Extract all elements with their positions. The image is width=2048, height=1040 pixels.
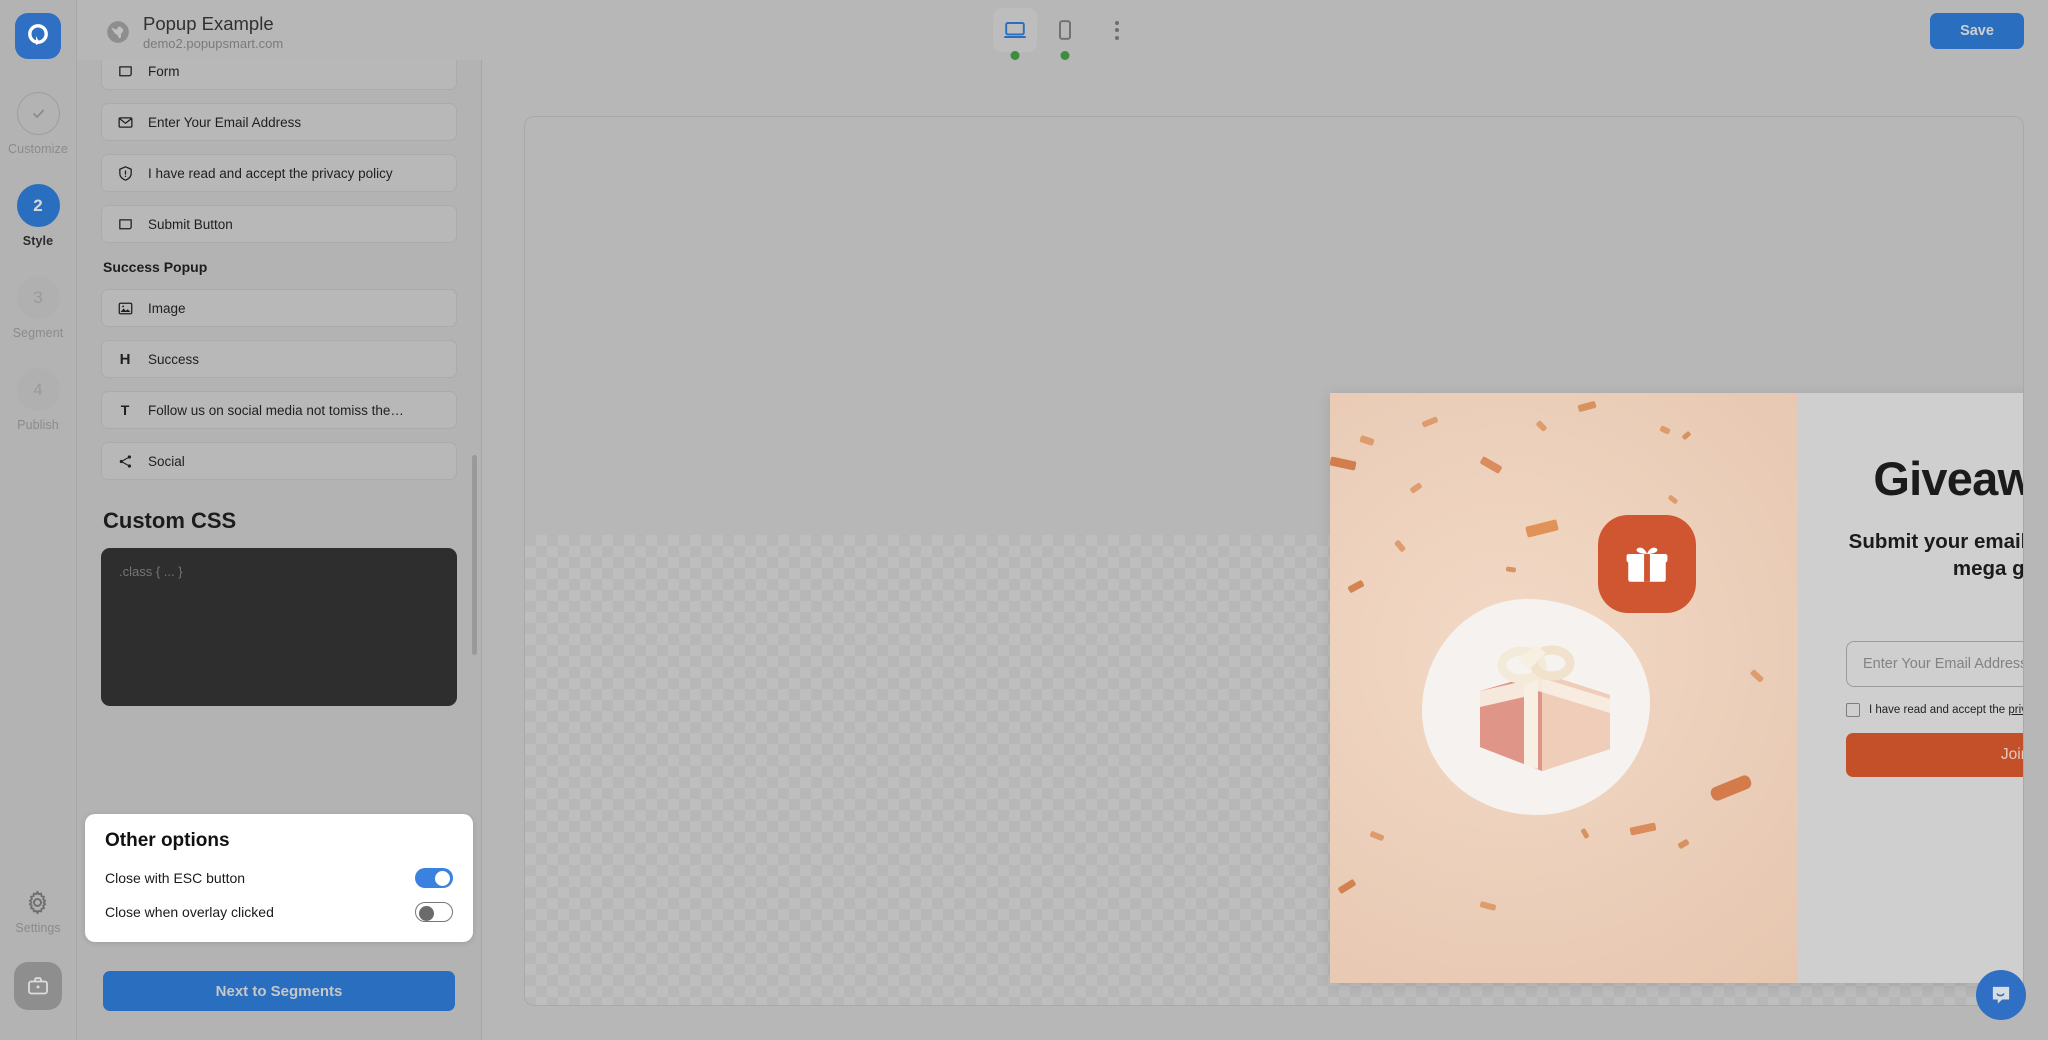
consent-text: I have read and accept the <box>1869 703 2009 716</box>
element-row-image[interactable]: Image <box>101 289 457 327</box>
chat-widget-button[interactable] <box>1976 970 2026 1020</box>
popup-subheading: Submit your email address to join the me… <box>1848 530 2024 581</box>
element-label: Enter Your Email Address <box>148 114 302 130</box>
globe-icon <box>107 20 129 43</box>
element-label: Submit Button <box>148 216 233 232</box>
popup-preview: Giveaway time Submit your email address … <box>1330 393 2024 983</box>
custom-css-title: Custom CSS <box>103 508 237 533</box>
kebab-dot <box>1114 28 1119 32</box>
kebab-dot <box>1114 35 1119 40</box>
element-row-email[interactable]: Enter Your Email Address <box>101 103 457 141</box>
email-field-wrapper: ✻ <box>1846 640 2023 687</box>
element-row-privacy[interactable]: I have read and accept the privacy polic… <box>101 154 457 192</box>
close-when-overlay-clicked-toggle[interactable] <box>415 902 453 922</box>
option-row-close-overlay: Close when overlay clicked <box>105 902 453 922</box>
element-row-submit[interactable]: Submit Button <box>101 205 457 243</box>
step-customize-label: Customize <box>8 142 68 156</box>
consent-label: I have read and accept the privacy polic… <box>1869 703 2023 716</box>
consent-row: I have read and accept the privacy polic… <box>1846 702 2023 717</box>
text-icon: T <box>120 402 130 418</box>
popup-heading: Giveaway time <box>1873 452 2023 505</box>
site-info: Popup Example demo2.popupsmart.com <box>105 12 283 51</box>
save-button[interactable]: Save <box>1930 13 2024 49</box>
other-options-card: Other options Close with ESC button Clos… <box>85 814 473 942</box>
popupsmart-logo-icon <box>28 24 48 45</box>
popup-image-panel[interactable] <box>1330 393 1798 983</box>
step-segment-label: Segment <box>12 326 64 340</box>
desktop-icon <box>1003 22 1026 38</box>
gear-icon <box>29 890 47 915</box>
other-options-title: Other options <box>105 830 230 851</box>
step-style[interactable]: 2 Style <box>0 184 76 248</box>
step-segment[interactable]: 3 Segment <box>0 276 76 340</box>
site-url: demo2.popupsmart.com <box>143 36 284 52</box>
left-rail: Customize 2 Style 3 Segment 4 Publish Se… <box>0 0 77 1040</box>
panel-scrollbar[interactable] <box>472 455 477 655</box>
shield-icon <box>116 164 134 182</box>
desktop-status-dot <box>1010 51 1019 60</box>
share-icon <box>116 452 134 470</box>
chat-bubble-icon <box>1992 986 2010 1004</box>
element-label: Success <box>148 351 200 367</box>
form-icon <box>116 62 134 80</box>
step-customize-badge <box>16 92 60 135</box>
option-label: Close when overlay clicked <box>105 904 274 920</box>
join-now-button[interactable]: Join now <box>1846 732 2023 777</box>
app-logo[interactable] <box>15 13 61 59</box>
briefcase-icon <box>28 977 48 995</box>
kebab-dot <box>1114 20 1119 25</box>
element-row-success-text[interactable]: T Follow us on social media not tomiss t… <box>101 391 457 429</box>
image-icon <box>116 299 134 317</box>
privacy-policy-link[interactable]: privacy policy <box>2008 704 2023 716</box>
device-mobile-button[interactable] <box>1043 8 1087 60</box>
app-root: Customize 2 Style 3 Segment 4 Publish Se… <box>0 0 2048 1040</box>
page-title: Popup Example <box>143 13 274 34</box>
element-row-form[interactable]: Form <box>101 60 457 90</box>
element-label: I have read and accept the privacy polic… <box>148 165 393 181</box>
step-segment-badge: 3 <box>16 276 60 319</box>
privacy-checkbox[interactable] <box>1846 702 1860 717</box>
more-options-button[interactable] <box>1101 8 1133 52</box>
preview-canvas: Giveaway time Submit your email address … <box>524 116 2024 1006</box>
gift-box-illustration <box>1480 645 1610 771</box>
custom-css-input[interactable] <box>101 548 457 706</box>
element-label: Image <box>148 300 186 316</box>
step-style-label: Style <box>22 234 54 248</box>
toggle-knob <box>435 870 450 886</box>
sidebar-item-settings[interactable]: Settings <box>15 889 61 935</box>
step-nav: Customize 2 Style 3 Segment 4 Publish <box>0 92 76 460</box>
check-icon <box>32 109 44 118</box>
element-row-social[interactable]: Social <box>101 442 457 480</box>
step-style-badge: 2 <box>16 184 60 227</box>
success-popup-section-title: Success Popup <box>103 259 208 275</box>
mobile-status-dot <box>1060 51 1069 60</box>
button-icon <box>116 215 134 233</box>
email-input[interactable] <box>1846 640 2023 687</box>
briefcase-button[interactable] <box>14 962 62 1010</box>
gift-badge <box>1598 515 1696 613</box>
element-label: Form <box>148 63 180 79</box>
option-label: Close with ESC button <box>105 870 246 886</box>
element-label: Follow us on social media not tomiss the… <box>148 402 404 418</box>
step-publish-badge: 4 <box>16 368 60 411</box>
step-publish-label: Publish <box>17 418 59 432</box>
next-to-segments-button[interactable]: Next to Segments <box>103 971 455 1011</box>
gift-icon <box>1626 547 1668 582</box>
device-preview-toggle <box>992 8 1133 60</box>
step-publish[interactable]: 4 Publish <box>0 368 76 432</box>
settings-label: Settings <box>15 921 61 935</box>
close-with-esc-toggle[interactable] <box>415 868 453 888</box>
step-customize[interactable]: Customize <box>0 92 76 156</box>
rail-bottom: Settings <box>0 889 76 1040</box>
envelope-icon <box>116 113 134 131</box>
element-label: Social <box>148 453 185 469</box>
toggle-knob <box>418 905 434 921</box>
option-row-close-esc: Close with ESC button <box>105 868 453 888</box>
popup-content-panel: Giveaway time Submit your email address … <box>1798 393 2024 983</box>
heading-icon: H <box>119 350 131 368</box>
mobile-icon <box>1058 20 1071 40</box>
element-row-success-heading[interactable]: H Success <box>101 340 457 378</box>
device-desktop-button[interactable] <box>992 8 1037 60</box>
